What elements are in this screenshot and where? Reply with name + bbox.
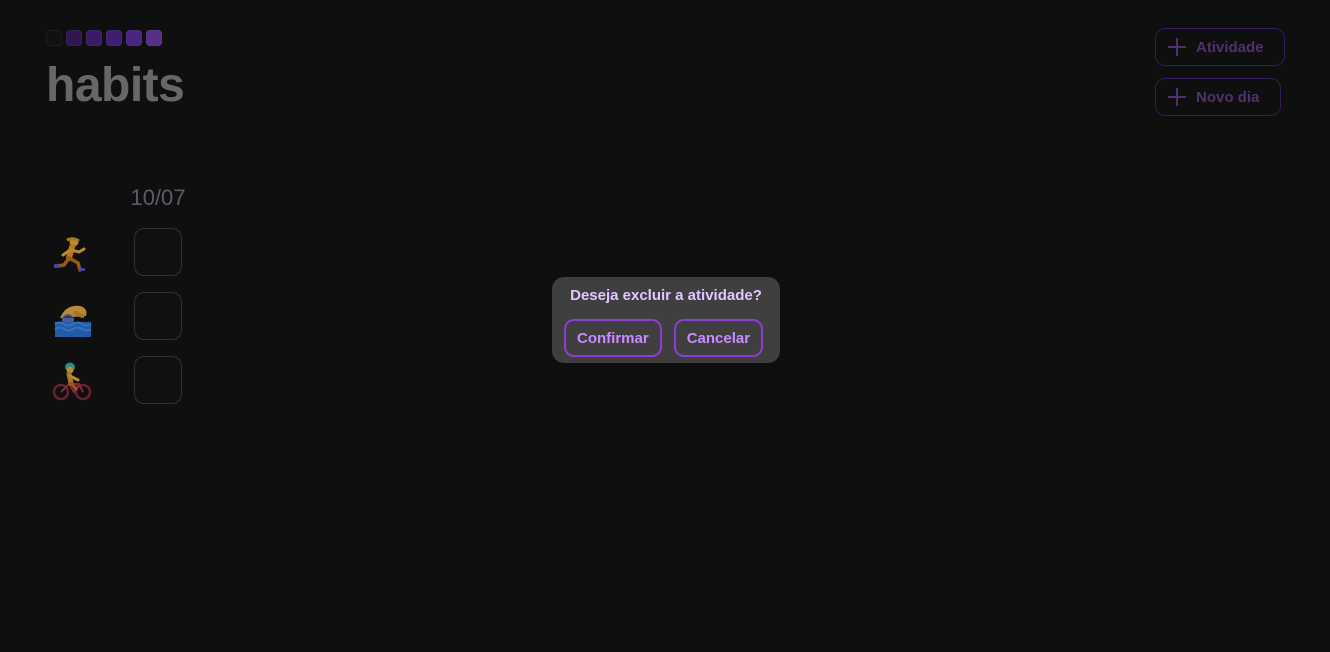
- confirm-button[interactable]: Confirmar: [564, 319, 662, 357]
- app-page: habits Atividade Novo dia 10/07 Deseja e…: [0, 0, 1330, 652]
- delete-activity-modal: Deseja excluir a atividade? Confirmar Ca…: [552, 277, 780, 363]
- cancel-button[interactable]: Cancelar: [673, 319, 764, 357]
- modal-question: Deseja excluir a atividade?: [570, 287, 762, 304]
- modal-actions: Confirmar Cancelar: [564, 319, 764, 357]
